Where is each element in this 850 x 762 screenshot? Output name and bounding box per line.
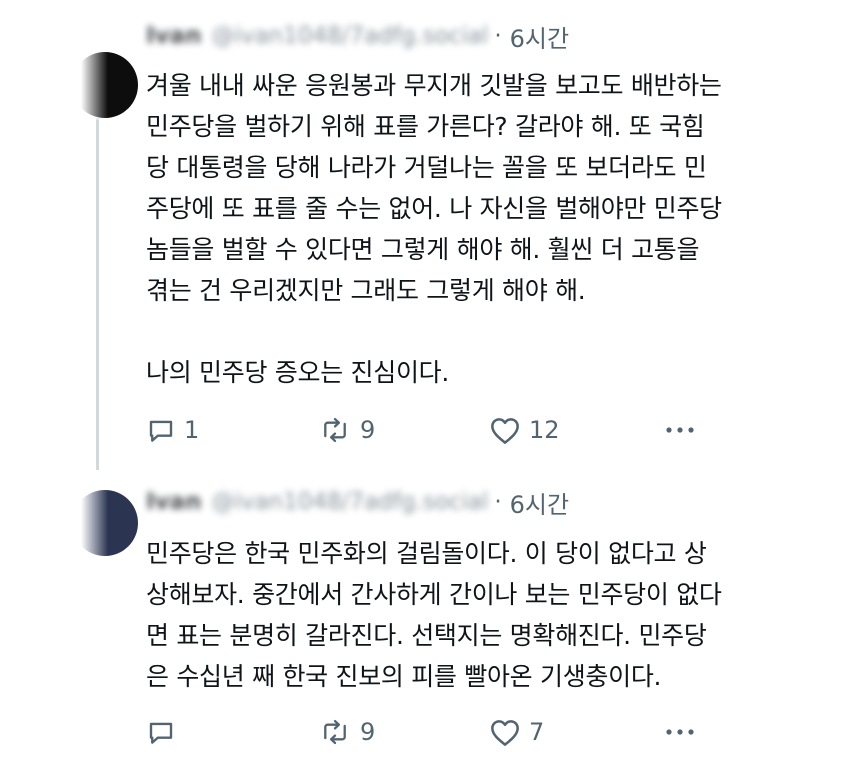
reply-count: 1 <box>184 416 200 444</box>
separator-dot: · <box>494 489 502 515</box>
repost-button[interactable]: 9 <box>318 712 375 752</box>
repost-icon <box>318 717 352 747</box>
author-handle[interactable]: @ivan1048/7adfg.social <box>211 23 488 49</box>
like-count: 7 <box>529 718 545 746</box>
reply-icon <box>146 717 176 747</box>
author-name[interactable]: Ivan <box>146 23 201 49</box>
like-count: 12 <box>529 416 560 444</box>
tweet[interactable]: Ivan @ivan1048/7adfg.social · 6시간 겨울 내내 … <box>0 0 850 470</box>
timestamp[interactable]: 6시간 <box>510 485 569 520</box>
timestamp[interactable]: 6시간 <box>510 19 569 54</box>
reply-icon <box>146 415 176 445</box>
like-icon <box>489 717 521 747</box>
action-bar: 9 7 <box>146 712 706 752</box>
repost-button[interactable]: 9 <box>318 410 375 450</box>
reply-button[interactable] <box>146 712 184 752</box>
repost-count: 9 <box>360 416 376 444</box>
repost-count: 9 <box>360 718 376 746</box>
like-icon <box>489 415 521 445</box>
tweet-text: 겨울 내내 싸운 응원봉과 무지개 깃발을 보고도 배반하는 민주당을 벌하기 … <box>146 71 722 387</box>
more-options-button[interactable] <box>664 410 696 450</box>
avatar-crop-overlay <box>48 40 108 120</box>
like-button[interactable]: 7 <box>489 712 544 752</box>
reply-button[interactable]: 1 <box>146 410 199 450</box>
tweet-text: 민주당은 한국 민주화의 걸림돌이다. 이 당이 없다고 상 상해보자. 중간에… <box>146 539 722 691</box>
separator-dot: · <box>494 23 502 49</box>
repost-icon <box>318 415 352 445</box>
tweet[interactable]: Ivan @ivan1048/7adfg.social · 6시간 민주당은 한… <box>0 470 850 762</box>
more-options-button[interactable] <box>664 712 696 752</box>
more-icon <box>664 425 696 435</box>
action-bar: 1 9 12 <box>146 410 706 450</box>
author-name[interactable]: Ivan <box>146 489 201 515</box>
author-handle[interactable]: @ivan1048/7adfg.social <box>211 489 488 515</box>
tweet-header: Ivan @ivan1048/7adfg.social · 6시간 <box>146 18 569 54</box>
avatar-crop-overlay <box>48 480 108 560</box>
more-icon <box>664 727 696 737</box>
like-button[interactable]: 12 <box>489 410 560 450</box>
tweet-header: Ivan @ivan1048/7adfg.social · 6시간 <box>146 484 569 520</box>
